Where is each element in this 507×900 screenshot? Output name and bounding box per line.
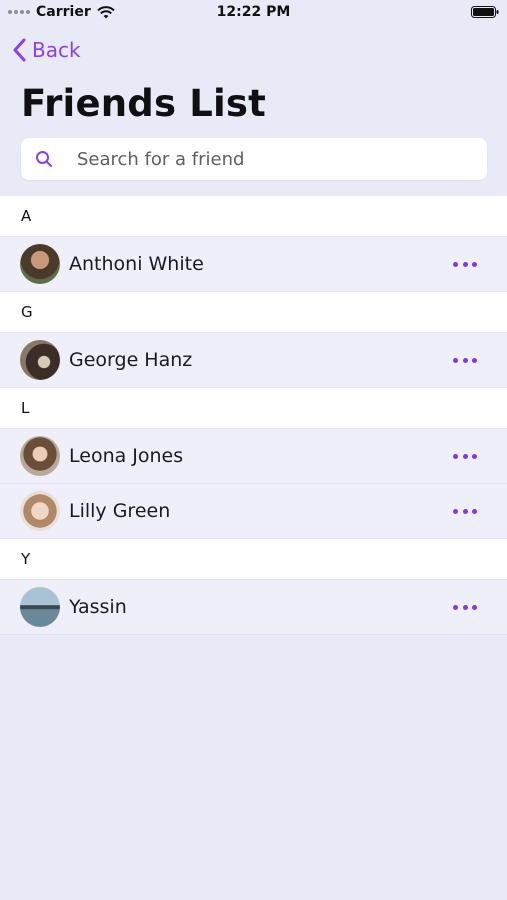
friends-list: A Anthoni White G George Hanz L Leona Jo… bbox=[0, 196, 507, 635]
friend-name: Lilly Green bbox=[69, 500, 171, 522]
back-button[interactable]: Back bbox=[12, 38, 81, 62]
battery-icon bbox=[471, 6, 499, 18]
friend-name: Yassin bbox=[69, 596, 127, 618]
more-options-icon[interactable] bbox=[453, 597, 477, 617]
search-input[interactable] bbox=[75, 147, 459, 171]
search-bar[interactable] bbox=[21, 138, 487, 180]
search-icon bbox=[36, 151, 52, 167]
back-label: Back bbox=[32, 38, 81, 62]
avatar bbox=[20, 491, 60, 531]
avatar bbox=[20, 436, 60, 476]
friend-row[interactable]: Leona Jones bbox=[0, 429, 507, 484]
section-header-y: Y bbox=[0, 539, 507, 580]
friend-row[interactable]: Anthoni White bbox=[0, 237, 507, 292]
more-options-icon[interactable] bbox=[453, 350, 477, 370]
friend-name: George Hanz bbox=[69, 349, 193, 371]
page-title: Friends List bbox=[21, 82, 267, 125]
avatar bbox=[20, 340, 60, 380]
avatar bbox=[20, 244, 60, 284]
chevron-left-icon bbox=[13, 38, 26, 62]
friend-name: Anthoni White bbox=[69, 253, 204, 275]
status-bar: Carrier 12:22 PM bbox=[0, 0, 507, 26]
friend-row[interactable]: George Hanz bbox=[0, 333, 507, 388]
section-header-g: G bbox=[0, 292, 507, 333]
more-options-icon[interactable] bbox=[453, 501, 477, 521]
status-time: 12:22 PM bbox=[216, 4, 291, 20]
section-header-a: A bbox=[0, 196, 507, 237]
more-options-icon[interactable] bbox=[453, 446, 477, 466]
friend-row[interactable]: Lilly Green bbox=[0, 484, 507, 539]
friend-name: Leona Jones bbox=[69, 445, 184, 467]
more-options-icon[interactable] bbox=[453, 254, 477, 274]
avatar bbox=[20, 587, 60, 627]
friend-row[interactable]: Yassin bbox=[0, 580, 507, 635]
section-header-l: L bbox=[0, 388, 507, 429]
